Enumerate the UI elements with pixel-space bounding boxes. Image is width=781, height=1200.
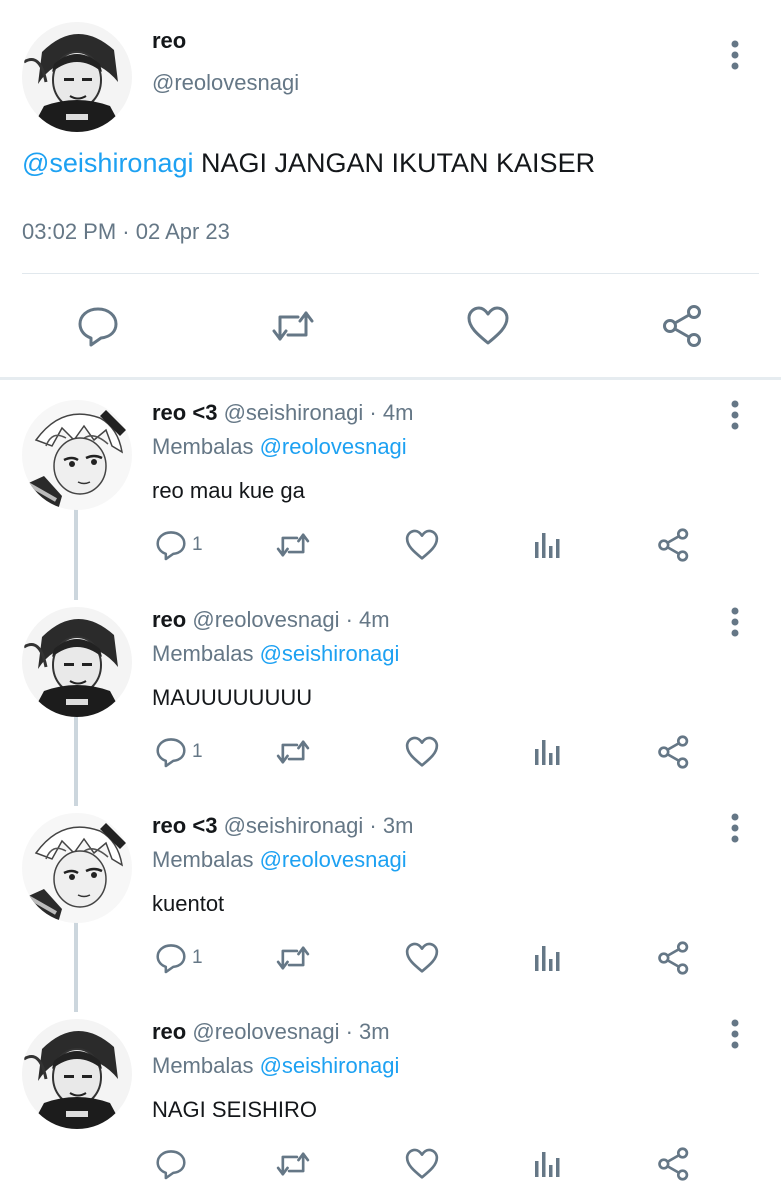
analytics-icon[interactable] — [533, 938, 563, 978]
reply-header: reo <3 @seishironagi · 3m — [152, 813, 413, 839]
more-options-icon[interactable] — [724, 1017, 746, 1051]
reply-header: reo @reolovesnagi · 3m — [152, 1019, 390, 1045]
like-button[interactable] — [404, 732, 440, 772]
replying-to-link[interactable]: @seishironagi — [260, 641, 400, 666]
analytics-icon[interactable] — [533, 525, 563, 565]
reply-actions: 1 — [0, 525, 781, 565]
divider — [22, 273, 759, 274]
reply-text: kuentot — [152, 891, 225, 916]
reply-header: reo <3 @seishironagi · 4m — [152, 400, 413, 426]
avatar[interactable] — [22, 22, 132, 132]
replying-to: Membalas @reolovesnagi — [152, 847, 407, 873]
section-separator — [0, 377, 781, 380]
reply-actions — [0, 1144, 781, 1184]
avatar[interactable] — [22, 813, 132, 923]
retweet-button[interactable] — [270, 303, 316, 349]
reply-actions: 1 — [0, 938, 781, 978]
author-handle[interactable]: @seishironagi — [224, 813, 364, 838]
tweet-body: NAGI JANGAN IKUTAN KAISER — [193, 148, 596, 178]
reply-count: 1 — [192, 741, 203, 762]
author-name[interactable]: reo — [152, 1019, 186, 1044]
retweet-button[interactable] — [275, 938, 311, 978]
avatar[interactable] — [22, 1019, 132, 1129]
share-icon[interactable] — [656, 525, 692, 565]
reply-text: reo mau kue ga — [152, 478, 305, 503]
replying-label: Membalas — [152, 641, 260, 666]
like-button[interactable] — [404, 1144, 440, 1184]
author-handle[interactable]: @reolovesnagi — [192, 607, 339, 632]
replying-label: Membalas — [152, 1053, 260, 1078]
retweet-button[interactable] — [275, 1144, 311, 1184]
author-name[interactable]: reo <3 — [152, 813, 217, 838]
reply-count: 1 — [192, 534, 203, 555]
main-tweet: reo @reolovesnagi @seishironagi NAGI JAN… — [0, 0, 781, 378]
analytics-icon[interactable] — [533, 1144, 563, 1184]
replying-to-link[interactable]: @reolovesnagi — [260, 847, 407, 872]
more-options-icon[interactable] — [724, 605, 746, 639]
avatar[interactable] — [22, 607, 132, 717]
like-button[interactable] — [404, 525, 440, 565]
replying-to: Membalas @seishironagi — [152, 641, 399, 667]
replying-label: Membalas — [152, 847, 260, 872]
reply-time: · 3m — [345, 1019, 390, 1044]
share-icon[interactable] — [656, 938, 692, 978]
like-button[interactable] — [404, 938, 440, 978]
reply-button[interactable]: 1 — [154, 938, 203, 978]
reply-time: · 4m — [345, 607, 390, 632]
replying-to: Membalas @reolovesnagi — [152, 434, 407, 460]
share-icon[interactable] — [656, 1144, 692, 1184]
author-name[interactable]: reo <3 — [152, 400, 217, 425]
avatar[interactable] — [22, 400, 132, 510]
mention-link[interactable]: @seishironagi — [22, 148, 194, 178]
reply-text: MAUUUUUUUU — [152, 685, 313, 710]
retweet-button[interactable] — [275, 732, 311, 772]
more-options-icon[interactable] — [724, 38, 746, 72]
share-icon[interactable] — [656, 732, 692, 772]
author-handle[interactable]: @reolovesnagi — [192, 1019, 339, 1044]
author-handle[interactable]: @reolovesnagi — [152, 70, 299, 96]
like-button[interactable] — [465, 303, 511, 349]
more-options-icon[interactable] — [724, 398, 746, 432]
reply-button[interactable]: 1 — [154, 525, 203, 565]
reply-header: reo @reolovesnagi · 4m — [152, 607, 390, 633]
reply-count: 1 — [192, 947, 203, 968]
replying-to-link[interactable]: @seishironagi — [260, 1053, 400, 1078]
share-icon[interactable] — [660, 303, 706, 349]
reply-time: · 4m — [369, 400, 414, 425]
tweet-timestamp: 03:02 PM · 02 Apr 23 — [22, 219, 230, 244]
replying-to: Membalas @seishironagi — [152, 1053, 399, 1079]
retweet-button[interactable] — [275, 525, 311, 565]
author-name[interactable]: reo — [152, 28, 186, 54]
replying-to-link[interactable]: @reolovesnagi — [260, 434, 407, 459]
reply-button[interactable]: 1 — [154, 732, 203, 772]
reply-actions: 1 — [0, 732, 781, 772]
reply-time: · 3m — [369, 813, 414, 838]
author-handle[interactable]: @seishironagi — [224, 400, 364, 425]
reply-text: NAGI SEISHIRO — [152, 1097, 318, 1122]
author-name[interactable]: reo — [152, 607, 186, 632]
tweet-text: @seishironagi NAGI JANGAN IKUTAN KAISER — [22, 148, 595, 179]
more-options-icon[interactable] — [724, 811, 746, 845]
replying-label: Membalas — [152, 434, 260, 459]
reply-button[interactable] — [75, 303, 121, 349]
analytics-icon[interactable] — [533, 732, 563, 772]
reply-button[interactable] — [154, 1144, 192, 1184]
